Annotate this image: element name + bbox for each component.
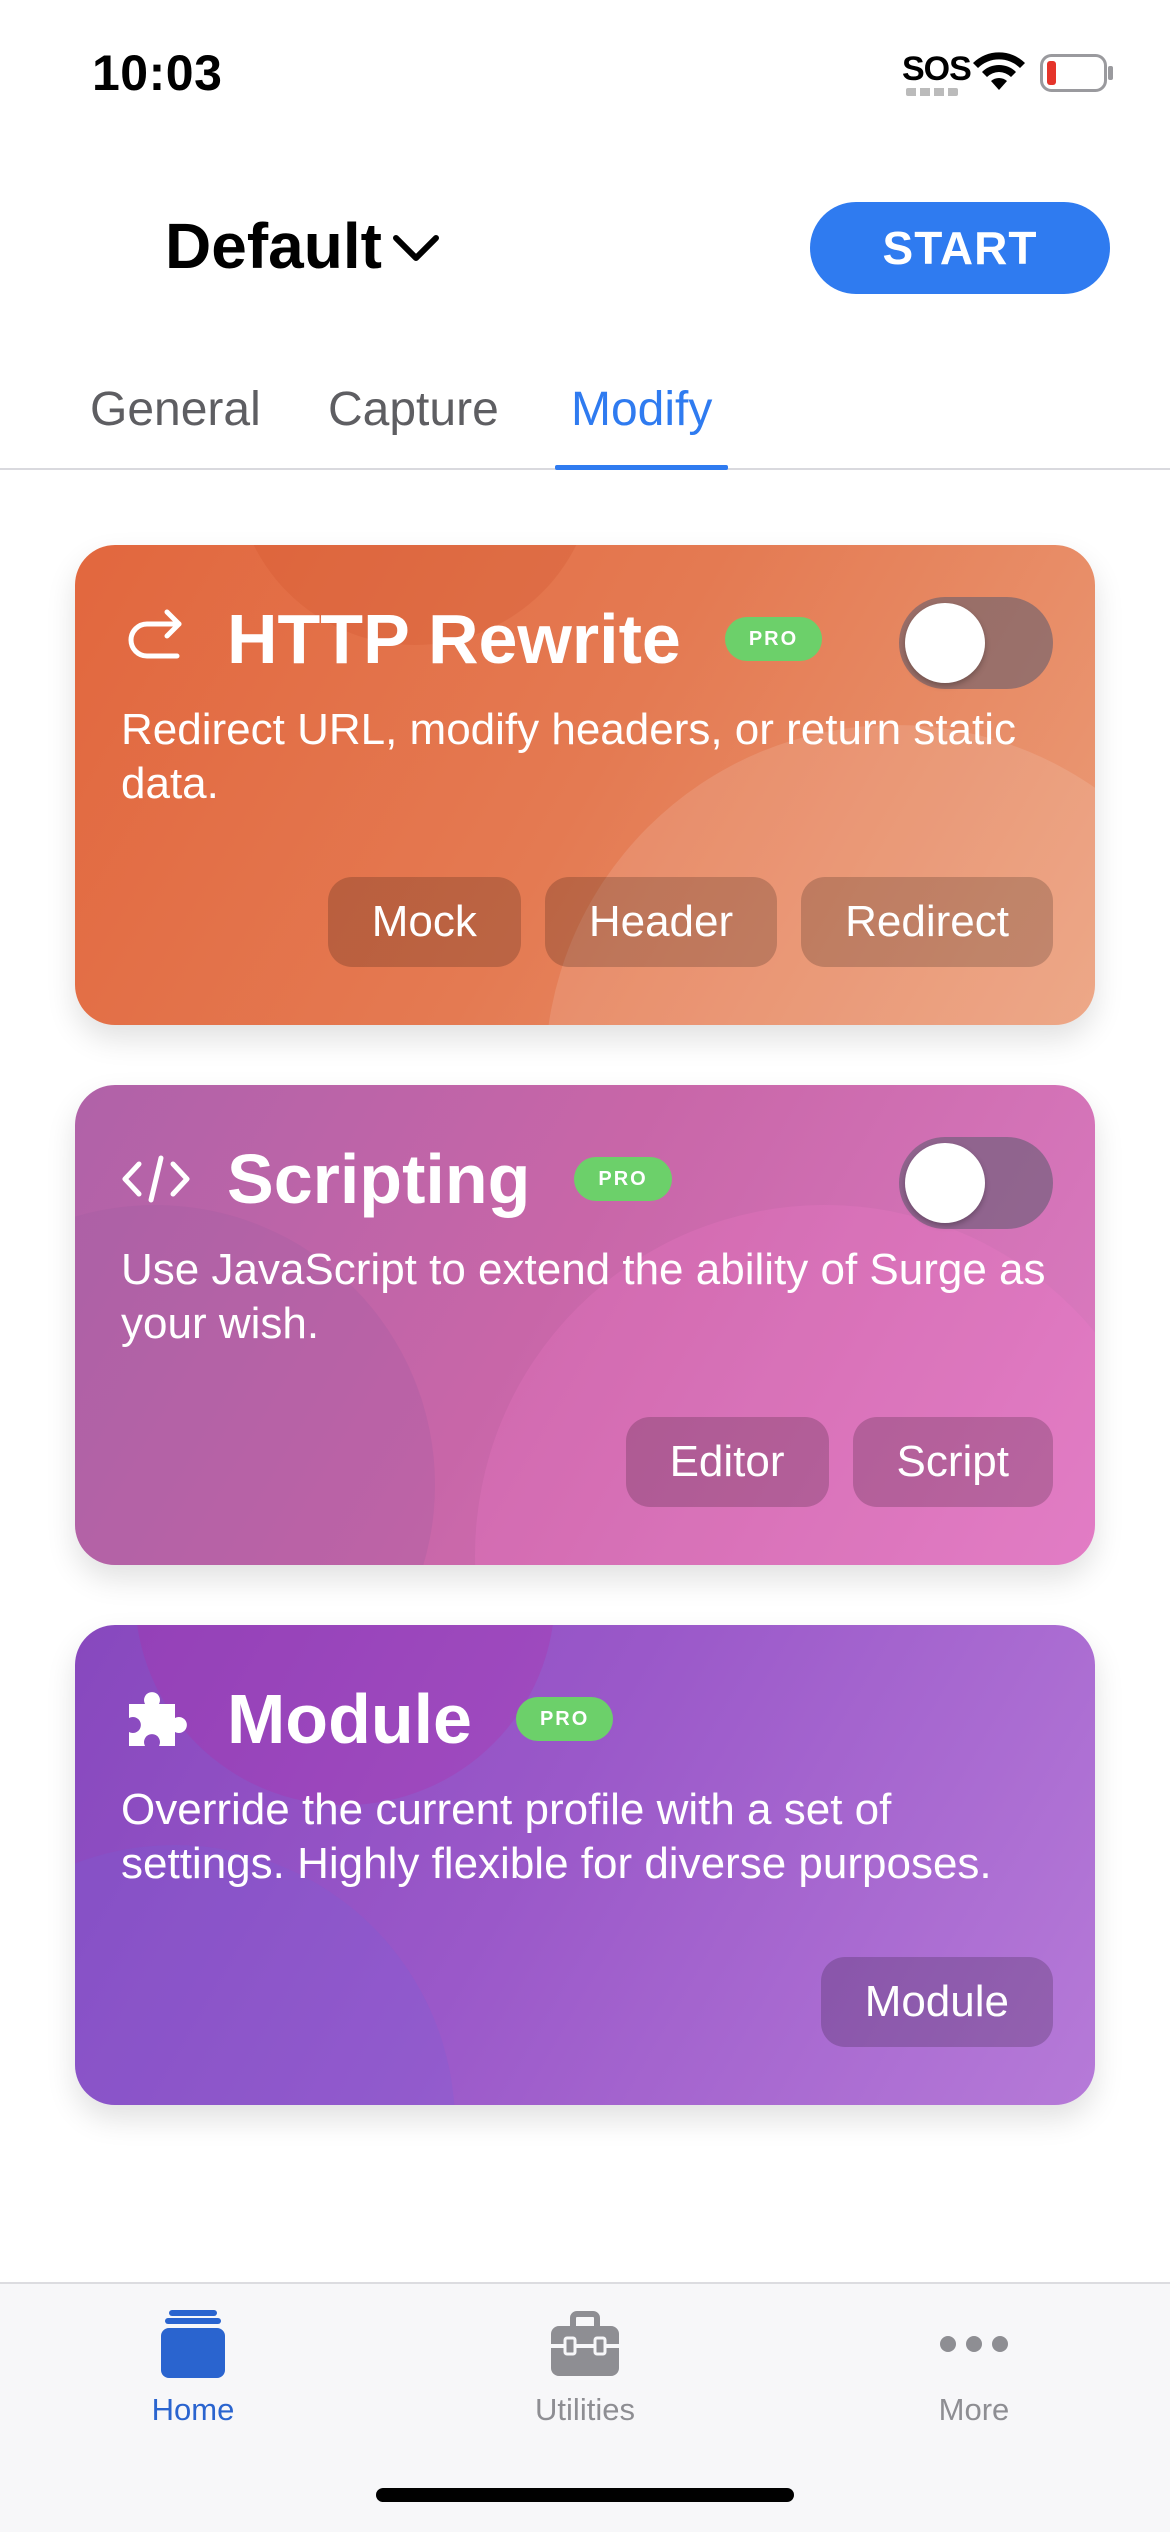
- signal-dots-icon: [906, 88, 958, 96]
- tabbar-label: Home: [151, 2392, 235, 2427]
- tabbar-label: More: [938, 2392, 1010, 2427]
- card-title-row: Module PRO: [121, 1679, 614, 1759]
- home-indicator[interactable]: [376, 2488, 794, 2502]
- toolbox-icon: [551, 2311, 619, 2376]
- more-icon: [940, 2336, 1008, 2352]
- code-icon: [122, 1155, 190, 1203]
- redirect-button[interactable]: Redirect: [801, 877, 1053, 967]
- tab-general[interactable]: General: [90, 382, 261, 468]
- active-tab-indicator: [555, 465, 729, 470]
- card-title-row: HTTP Rewrite PRO: [121, 599, 823, 679]
- tab-capture[interactable]: Capture: [328, 382, 499, 468]
- segment-tabs: General Capture Modify: [0, 370, 1170, 470]
- wifi-icon: [973, 52, 1025, 90]
- tab-label: Modify: [571, 383, 713, 436]
- sos-indicator: SOS: [902, 50, 972, 88]
- header-button[interactable]: Header: [544, 877, 778, 967]
- surge-logo-icon: [75, 222, 135, 280]
- tabbar-label: Utilities: [535, 2392, 635, 2427]
- pro-badge: PRO: [515, 1697, 614, 1741]
- http-rewrite-toggle[interactable]: [899, 597, 1053, 689]
- chip-row: Mock Header Redirect: [327, 877, 1053, 967]
- tab-label: General: [90, 383, 261, 436]
- status-bar: 10:03 SOS: [0, 0, 1170, 140]
- tabbar-utilities[interactable]: Utilities: [485, 2304, 685, 2454]
- header: Default START: [0, 190, 1170, 300]
- status-time: 10:03: [92, 45, 223, 101]
- card-title: Module: [227, 1680, 472, 1758]
- tabbar-more[interactable]: More: [874, 2304, 1074, 2454]
- http-rewrite-card[interactable]: HTTP Rewrite PRO Redirect URL, modify he…: [75, 545, 1095, 1025]
- card-title: Scripting: [227, 1140, 531, 1218]
- start-button[interactable]: START: [810, 202, 1110, 294]
- toggle-knob: [905, 603, 985, 683]
- chip-row: Editor Script: [625, 1417, 1053, 1507]
- card-description: Redirect URL, modify headers, or return …: [121, 705, 1017, 808]
- card-description: Use JavaScript to extend the ability of …: [121, 1245, 1046, 1348]
- script-button[interactable]: Script: [852, 1417, 1053, 1507]
- battery-icon: [1040, 54, 1113, 92]
- mock-button[interactable]: Mock: [327, 877, 521, 967]
- tabbar-home[interactable]: Home: [93, 2304, 293, 2454]
- editor-button[interactable]: Editor: [625, 1417, 829, 1507]
- chevron-down-icon[interactable]: [390, 230, 442, 266]
- profile-selector[interactable]: Default: [165, 210, 382, 282]
- card-title-row: Scripting PRO: [121, 1139, 672, 1219]
- scripting-card[interactable]: Scripting PRO Use JavaScript to extend t…: [75, 1085, 1095, 1565]
- tab-label: Capture: [328, 383, 499, 436]
- pro-badge: PRO: [574, 1157, 672, 1201]
- chip-row: Module: [820, 1957, 1053, 2047]
- puzzle-icon: [129, 1692, 187, 1746]
- module-button[interactable]: Module: [820, 1957, 1053, 2047]
- pro-badge: PRO: [724, 617, 823, 661]
- module-card[interactable]: Module PRO Override the current profile …: [75, 1625, 1095, 2105]
- card-title: HTTP Rewrite: [227, 600, 681, 678]
- toggle-knob: [905, 1143, 985, 1223]
- home-icon: [161, 2310, 225, 2378]
- card-description: Override the current profile with a set …: [121, 1785, 992, 1888]
- app-screen: 10:03 SOS Default START General Capture …: [0, 0, 1170, 2532]
- redirect-arrow-icon: [128, 609, 182, 659]
- scripting-toggle[interactable]: [899, 1137, 1053, 1229]
- tab-modify[interactable]: Modify: [555, 382, 729, 470]
